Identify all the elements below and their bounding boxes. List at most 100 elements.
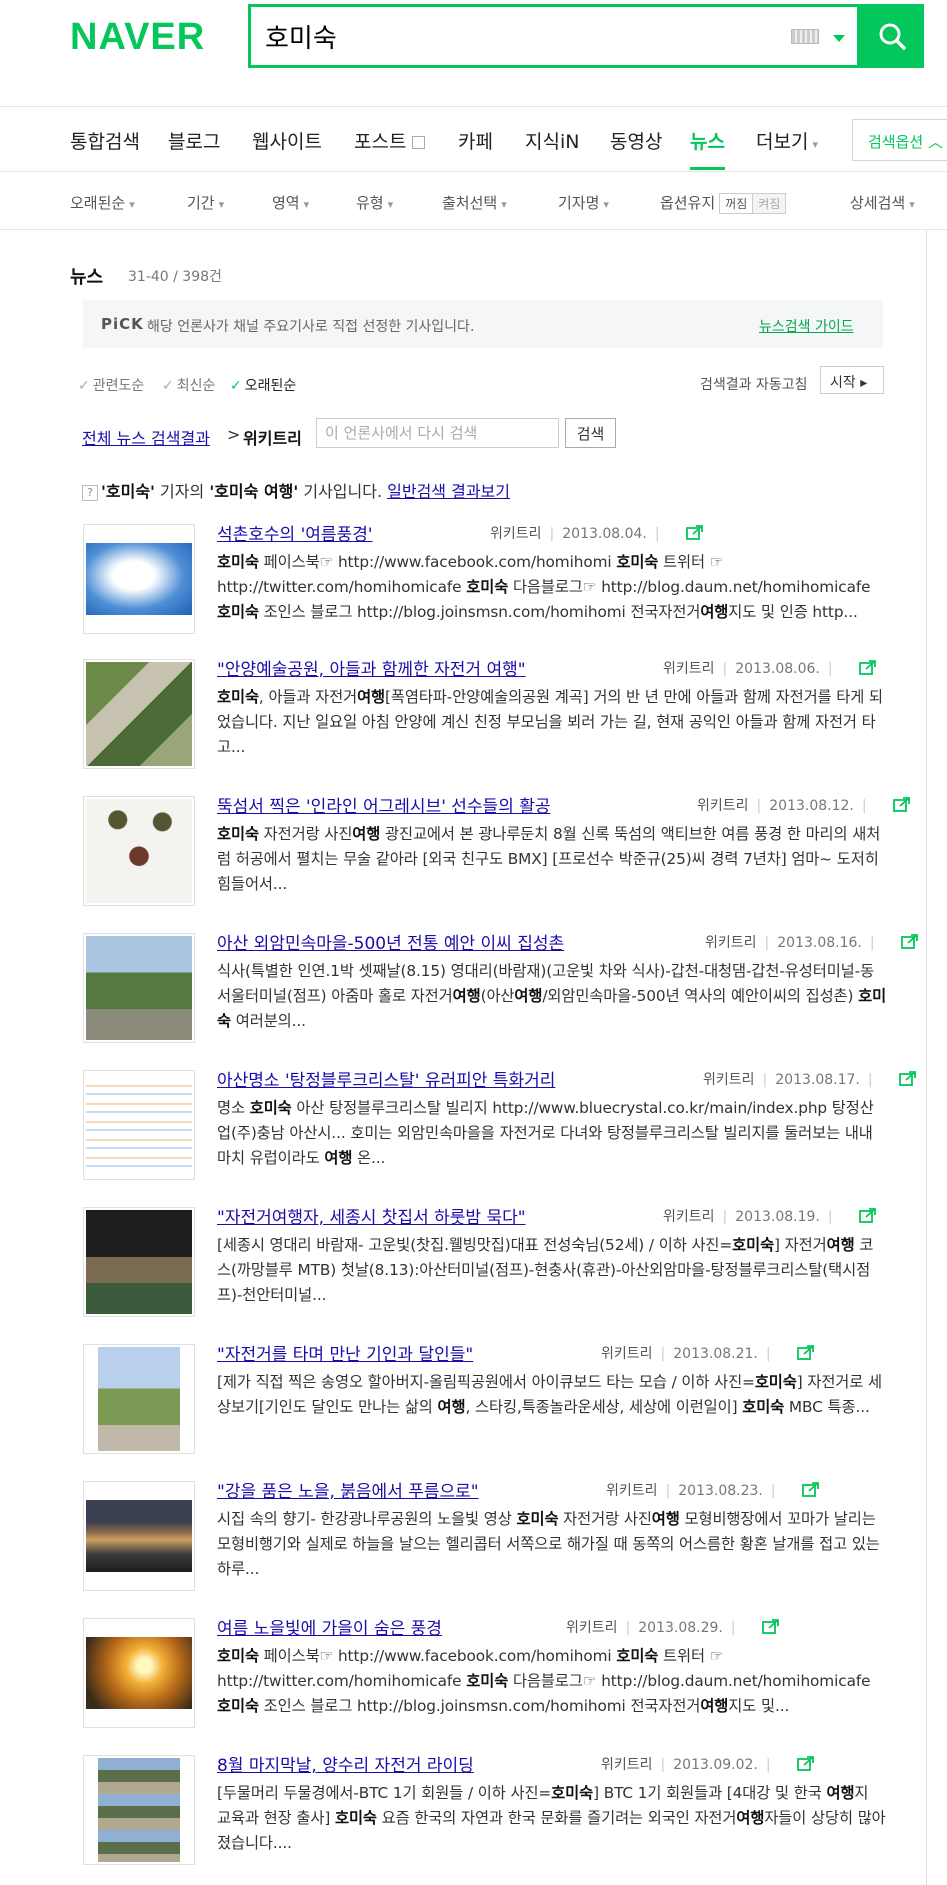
summary-text: , 스타킹,특종놀라운세상, 세상에 이런일이] bbox=[465, 1398, 743, 1416]
news-thumbnail[interactable] bbox=[83, 1344, 195, 1454]
news-source[interactable]: 위키트리 bbox=[490, 526, 542, 542]
meta-separator: | bbox=[665, 1483, 671, 1499]
search-options-button[interactable]: 검색옵션 ︿ bbox=[852, 119, 947, 161]
tab-website[interactable]: 웹사이트 bbox=[252, 127, 322, 154]
news-title-link[interactable]: 뚝섬서 찍은 '인라인 어그레시브' 선수들의 활공 bbox=[217, 792, 551, 817]
share-icon[interactable] bbox=[801, 1481, 820, 1497]
sort-latest[interactable]: ✓ 최신순 bbox=[162, 375, 215, 395]
share-icon[interactable] bbox=[900, 933, 919, 949]
keyboard-icon[interactable] bbox=[791, 29, 819, 44]
option-keep-toggle[interactable]: 꺼짐 켜짐 bbox=[719, 193, 787, 214]
news-title-link[interactable]: "안양예술공원, 아들과 함께한 자전거 여행" bbox=[217, 655, 526, 680]
general-search-link[interactable]: 일반검색 결과보기 bbox=[387, 482, 510, 501]
toggle-on-option[interactable]: 켜짐 bbox=[753, 194, 786, 213]
news-title-link[interactable]: 아산명소 '탕정블루크리스탈' 유러피안 특화거리 bbox=[217, 1066, 555, 1091]
news-source[interactable]: 위키트리 bbox=[566, 1620, 618, 1636]
news-title-link[interactable]: "자전거를 타며 만난 기인과 달인들" bbox=[217, 1340, 473, 1365]
tab-cafe[interactable]: 카페 bbox=[458, 127, 493, 154]
tab-post[interactable]: 포스트 bbox=[354, 127, 426, 154]
help-icon[interactable]: ? bbox=[82, 485, 98, 501]
news-thumbnail[interactable] bbox=[83, 524, 195, 634]
filter-detail-label: 상세검색 bbox=[850, 194, 906, 212]
filter-sort[interactable]: 오래된순 ▾ bbox=[70, 192, 135, 213]
highlight-keyword: 여행 bbox=[352, 825, 381, 843]
news-title-link[interactable]: 8월 마지막날, 양수리 자전거 라이딩 bbox=[217, 1751, 474, 1776]
tab-kin[interactable]: 지식iN bbox=[525, 127, 579, 154]
share-icon[interactable] bbox=[685, 524, 704, 540]
filter-type[interactable]: 유형 ▾ bbox=[356, 192, 393, 213]
sort-oldest[interactable]: ✓ 오래된순 bbox=[230, 375, 296, 395]
news-title-link[interactable]: 석촌호수의 '여름풍경' bbox=[217, 520, 373, 545]
tab-more[interactable]: 더보기 ▾ bbox=[756, 127, 818, 154]
news-source[interactable]: 위키트리 bbox=[697, 798, 749, 814]
news-source[interactable]: 위키트리 bbox=[703, 1072, 755, 1088]
news-item: "자전거를 타며 만난 기인과 달인들" 위키트리 | 2013.08.21. | [… bbox=[83, 1340, 883, 1458]
news-date: 2013.08.12. bbox=[769, 798, 854, 814]
share-icon[interactable] bbox=[858, 1207, 877, 1223]
naver-logo[interactable]: NAVER bbox=[70, 16, 205, 59]
share-icon[interactable] bbox=[761, 1618, 780, 1634]
highlight-keyword: 호미숙 bbox=[217, 603, 259, 621]
news-thumbnail[interactable] bbox=[83, 659, 195, 769]
tab-video[interactable]: 동영상 bbox=[610, 127, 662, 154]
filter-reporter[interactable]: 기자명 ▾ bbox=[558, 192, 609, 213]
news-thumbnail[interactable] bbox=[83, 933, 195, 1043]
research-input[interactable] bbox=[316, 418, 559, 448]
filter-detail[interactable]: 상세검색 ▾ bbox=[850, 192, 915, 213]
news-thumbnail[interactable] bbox=[83, 1207, 195, 1317]
tab-blog[interactable]: 블로그 bbox=[168, 127, 220, 154]
news-source[interactable]: 위키트리 bbox=[663, 661, 715, 677]
news-source[interactable]: 위키트리 bbox=[606, 1483, 658, 1499]
news-item: 여름 노을빛에 가을이 숨은 풍경 위키트리 | 2013.08.29. | 호미숙 … bbox=[83, 1614, 883, 1732]
highlight-keyword: 여행 bbox=[651, 1510, 680, 1528]
filter-period[interactable]: 기간 ▾ bbox=[187, 192, 224, 213]
toggle-off-option[interactable]: 꺼짐 bbox=[720, 194, 754, 213]
news-title-link[interactable]: 아산 외암민속마을-500년 전통 예안 이씨 집성촌 bbox=[217, 929, 564, 954]
autocomplete-toggle-icon[interactable] bbox=[833, 35, 845, 42]
news-source[interactable]: 위키트리 bbox=[705, 935, 757, 951]
news-title-link[interactable]: "강을 품은 노을, 붉음에서 푸름으로" bbox=[217, 1477, 479, 1502]
search-input[interactable] bbox=[265, 19, 705, 53]
share-icon[interactable] bbox=[796, 1344, 815, 1360]
news-thumbnail[interactable] bbox=[83, 1618, 195, 1728]
news-summary: 명소 호미숙 아산 탕정블루크리스탈 빌리지 http://www.bluecr… bbox=[217, 1096, 887, 1171]
tab-integrated[interactable]: 통합검색 bbox=[70, 127, 140, 154]
news-source[interactable]: 위키트리 bbox=[601, 1757, 653, 1773]
sort-relevance[interactable]: ✓ 관련도순 bbox=[78, 375, 144, 395]
search-box bbox=[248, 4, 860, 68]
filter-area[interactable]: 영역 ▾ bbox=[272, 192, 309, 213]
auto-refresh-start-button[interactable]: 시작 ▸ bbox=[820, 366, 884, 394]
news-title-link[interactable]: 여름 노을빛에 가을이 숨은 풍경 bbox=[217, 1614, 442, 1639]
news-source[interactable]: 위키트리 bbox=[663, 1209, 715, 1225]
tab-news[interactable]: 뉴스 bbox=[690, 127, 725, 170]
filter-source[interactable]: 출처선택 ▾ bbox=[442, 192, 507, 213]
news-thumbnail[interactable] bbox=[83, 1755, 195, 1865]
share-icon[interactable] bbox=[892, 796, 911, 812]
share-icon[interactable] bbox=[796, 1755, 815, 1771]
research-button[interactable]: 검색 bbox=[565, 418, 616, 448]
caret-down-icon: ▾ bbox=[603, 198, 609, 211]
share-icon[interactable] bbox=[858, 659, 877, 675]
caret-down-icon: ▾ bbox=[909, 198, 915, 211]
news-meta: 위키트리 | 2013.08.21. | bbox=[601, 1343, 815, 1363]
summary-text: 다음블로그☞ http://blog.daum.net/homihomicafe bbox=[508, 1672, 871, 1690]
news-thumbnail[interactable] bbox=[83, 1481, 195, 1591]
news-guide-link[interactable]: 뉴스검색 가이드 bbox=[759, 316, 854, 336]
news-item: 석촌호수의 '여름풍경' 위키트리 | 2013.08.04. | 호미숙 페이스북☞… bbox=[83, 520, 883, 638]
filter-source-label: 출처선택 bbox=[442, 194, 498, 212]
news-title-link[interactable]: "자전거여행자, 세종시 찻집서 하룻밤 묵다" bbox=[217, 1203, 526, 1228]
news-thumbnail[interactable] bbox=[83, 1070, 195, 1180]
highlight-keyword: 호미숙 bbox=[742, 1398, 785, 1416]
search-button[interactable] bbox=[860, 4, 924, 68]
news-thumbnail[interactable] bbox=[83, 796, 195, 906]
summary-text: 자전거랑 사진 bbox=[258, 825, 353, 843]
news-summary: 호미숙, 아들과 자전거여행[폭염타파-안양예술의공원 계곡] 거의 반 년 만… bbox=[217, 685, 887, 760]
meta-separator: | bbox=[867, 1072, 873, 1088]
news-item: "자전거여행자, 세종시 찻집서 하룻밤 묵다" 위키트리 | 2013.08.19… bbox=[83, 1203, 883, 1321]
news-source[interactable]: 위키트리 bbox=[601, 1346, 653, 1362]
all-news-link[interactable]: 전체 뉴스 검색결과 bbox=[82, 425, 210, 449]
notice-keyword: '호미숙 여행' bbox=[209, 482, 299, 501]
caret-down-icon: ▾ bbox=[303, 198, 310, 211]
start-label: 시작 bbox=[830, 375, 856, 391]
share-icon[interactable] bbox=[898, 1070, 917, 1086]
